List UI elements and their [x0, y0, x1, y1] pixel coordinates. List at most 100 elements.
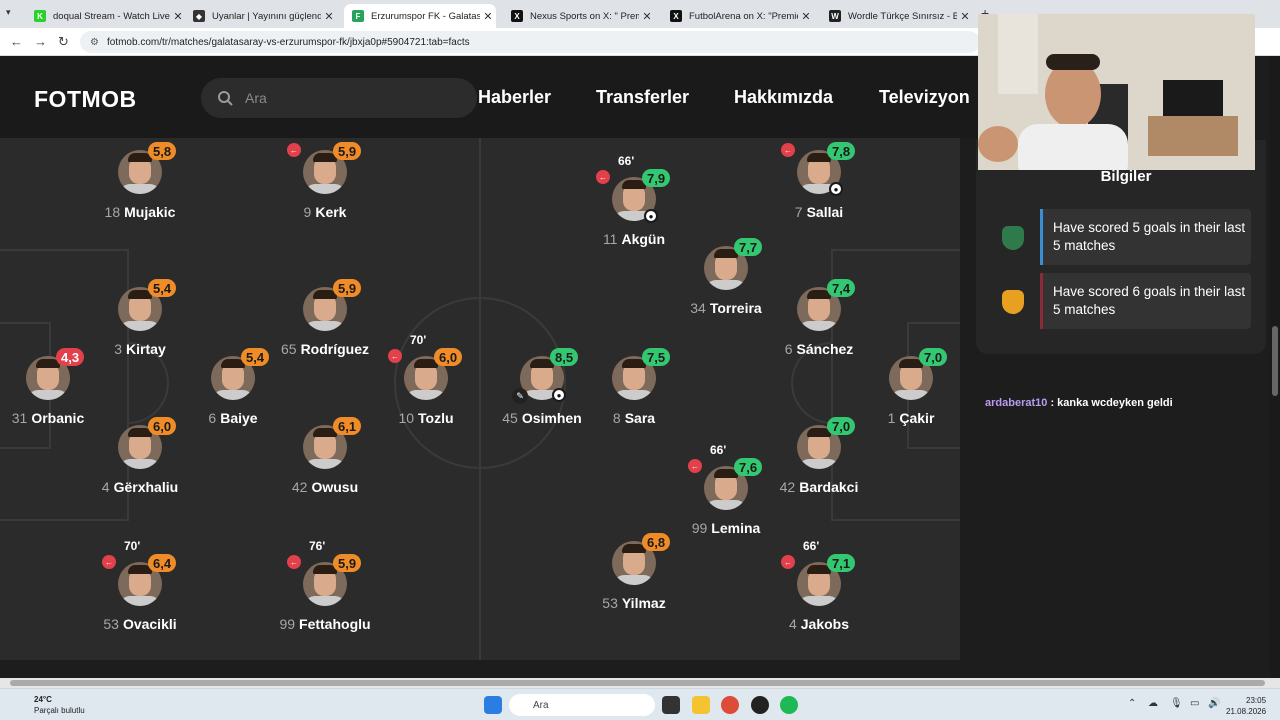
- sub-minute: 76': [309, 539, 326, 553]
- clock-time: 23:05: [1246, 696, 1267, 705]
- search-box[interactable]: Ara: [201, 78, 477, 118]
- player-number: 11: [602, 231, 618, 247]
- player-name-label: 34 Torreira: [656, 300, 796, 316]
- player-name-label: 31 Orbanic: [0, 410, 118, 426]
- search-placeholder: Ara: [245, 90, 267, 106]
- fact-item: Have scored 5 goals in their last 5 matc…: [1040, 209, 1251, 265]
- galatasaray-crest-icon: [1002, 290, 1024, 314]
- url-field[interactable]: ⚙ fotmob.com/tr/matches/galatasaray-vs-e…: [80, 31, 980, 53]
- player-name: Lemina: [711, 520, 761, 536]
- scrollbar-thumb[interactable]: [1272, 326, 1278, 396]
- player-rating: 5,8: [148, 142, 177, 160]
- browser-tab[interactable]: X FutbolArena on X: "Premier Lig✕: [662, 4, 814, 28]
- obs-icon[interactable]: [751, 696, 769, 714]
- tab-title: Nexus Sports on X: " Premie: [530, 10, 639, 22]
- player-number: 7: [794, 204, 803, 220]
- player-number: 10: [398, 410, 415, 426]
- substitution-icon: ←: [781, 555, 795, 569]
- windows-taskbar: 24°C Parçalı bulutlu Ara ⌃ ☁ 🎙 ▭ 🔊 23:05…: [0, 688, 1280, 720]
- volume-tray-icon[interactable]: 🔊: [1208, 698, 1220, 709]
- weather-widget[interactable]: 24°C Parçalı bulutlu: [12, 694, 85, 716]
- chat-message: ardaberat10 : kanka wcdeyken geldi: [985, 397, 1173, 409]
- tab-title: doqual Stream - Watch Live on: [53, 10, 170, 22]
- pitch-footer: [0, 660, 960, 678]
- task-view-icon[interactable]: [662, 696, 680, 714]
- player-name: Mujakic: [124, 204, 176, 220]
- network-tray-icon[interactable]: ☁: [1148, 698, 1158, 709]
- nav-televizyon[interactable]: Televizyon: [879, 87, 970, 108]
- browser-tab[interactable]: X Nexus Sports on X: " Premie ✕: [503, 4, 655, 28]
- back-icon[interactable]: ←: [10, 34, 23, 49]
- fotmob-icon: F: [352, 10, 364, 22]
- webcam-overlay: [978, 14, 1255, 170]
- player-rating: 5,9: [333, 279, 362, 297]
- nav-hakkimizda[interactable]: Hakkımızda: [734, 87, 833, 108]
- reload-icon[interactable]: ↻: [58, 34, 69, 50]
- player-name-label: 53 Yilmaz: [564, 595, 704, 611]
- shield-icon: ◆: [193, 10, 205, 22]
- tray-chevron-icon[interactable]: ⌃: [1128, 698, 1136, 709]
- player-name: Owusu: [311, 479, 359, 495]
- close-tab-icon[interactable]: ✕: [639, 10, 655, 23]
- player-number: 53: [103, 616, 119, 632]
- player-name-label: 18 Mujakic: [70, 204, 210, 220]
- player-number: 65: [280, 341, 297, 357]
- browser-tab[interactable]: Kdoqual Stream - Watch Live on✕: [26, 4, 186, 28]
- tab-list-icon[interactable]: ▾: [6, 7, 11, 18]
- player-name-label: 11 Akgün: [564, 231, 704, 247]
- player-name: Tozlu: [418, 410, 454, 426]
- fotmob-logo[interactable]: FOTMOB: [34, 86, 137, 113]
- browser-tab[interactable]: ◆ Uyanlar | Yayınını güçlendirmek✕: [185, 4, 337, 28]
- monitor-tray-icon[interactable]: ▭: [1190, 698, 1199, 709]
- close-tab-icon[interactable]: ✕: [957, 10, 973, 23]
- chrome-icon[interactable]: [721, 696, 739, 714]
- player-number: 45: [502, 410, 518, 426]
- player-number: 53: [602, 595, 618, 611]
- player-name-label: 53 Ovacikli: [70, 616, 210, 632]
- horizontal-scrollbar-thumb[interactable]: [10, 680, 1265, 686]
- windows-start-icon[interactable]: [484, 696, 502, 714]
- player-name-label: 1 Çakir: [841, 410, 960, 426]
- player-name-label: 42 Bardakci: [749, 479, 889, 495]
- close-tab-icon[interactable]: ✕: [798, 10, 814, 23]
- page-scrollbar[interactable]: [1270, 56, 1280, 678]
- substitution-icon: ←: [388, 349, 402, 363]
- x-icon: X: [670, 10, 682, 22]
- close-tab-icon[interactable]: ✕: [321, 10, 337, 23]
- x-icon: X: [511, 10, 523, 22]
- chat-text: : kanka wcdeyken geldi: [1050, 397, 1173, 409]
- player-name: Kerk: [315, 204, 347, 220]
- nav-transferler[interactable]: Transferler: [596, 87, 689, 108]
- player-number: 4: [788, 616, 797, 632]
- player-name-label: 9 Kerk: [255, 204, 395, 220]
- mic-tray-icon[interactable]: 🎙: [1170, 698, 1183, 709]
- clock-date: 21.08.2026: [1226, 707, 1267, 716]
- spotify-icon[interactable]: [780, 696, 798, 714]
- player-number: 99: [279, 616, 296, 632]
- browser-tab[interactable]: F Erzurumspor FK - Galatasaray c✕: [344, 4, 496, 28]
- file-explorer-icon[interactable]: [692, 696, 710, 714]
- nav-haberler[interactable]: Haberler: [478, 87, 551, 108]
- forward-icon[interactable]: →: [34, 34, 47, 49]
- player-rating: 4,3: [56, 348, 85, 366]
- player-name-label: 99 Fettahoglu: [255, 616, 395, 632]
- player-number: 99: [691, 520, 708, 536]
- substitution-icon: ←: [287, 143, 301, 157]
- erzurumspor-crest-icon: [1002, 226, 1024, 250]
- player-name: Bardakci: [799, 479, 859, 495]
- site-info-icon[interactable]: ⚙: [90, 37, 99, 48]
- player-rating: 7,0: [919, 348, 948, 366]
- sub-minute: 66': [618, 154, 635, 168]
- player-rating: 7,1: [827, 554, 856, 572]
- taskbar-search[interactable]: Ara: [509, 694, 655, 716]
- player-rating: 7,5: [642, 348, 671, 366]
- close-tab-icon[interactable]: ✕: [480, 10, 496, 23]
- fact-text: Have scored 6 goals in their last 5 matc…: [1053, 284, 1246, 317]
- tab-title: Wordle Türkçe Sınırsız - Bekler: [848, 10, 957, 22]
- player-name: Baiye: [220, 410, 258, 426]
- horizontal-scrollbar[interactable]: [0, 678, 1280, 688]
- close-tab-icon[interactable]: ✕: [170, 10, 186, 23]
- system-clock[interactable]: 23:05 21.08.2026: [1226, 695, 1266, 717]
- player-name: Kirtay: [126, 341, 166, 357]
- browser-tab[interactable]: W Wordle Türkçe Sınırsız - Bekler✕: [821, 4, 973, 28]
